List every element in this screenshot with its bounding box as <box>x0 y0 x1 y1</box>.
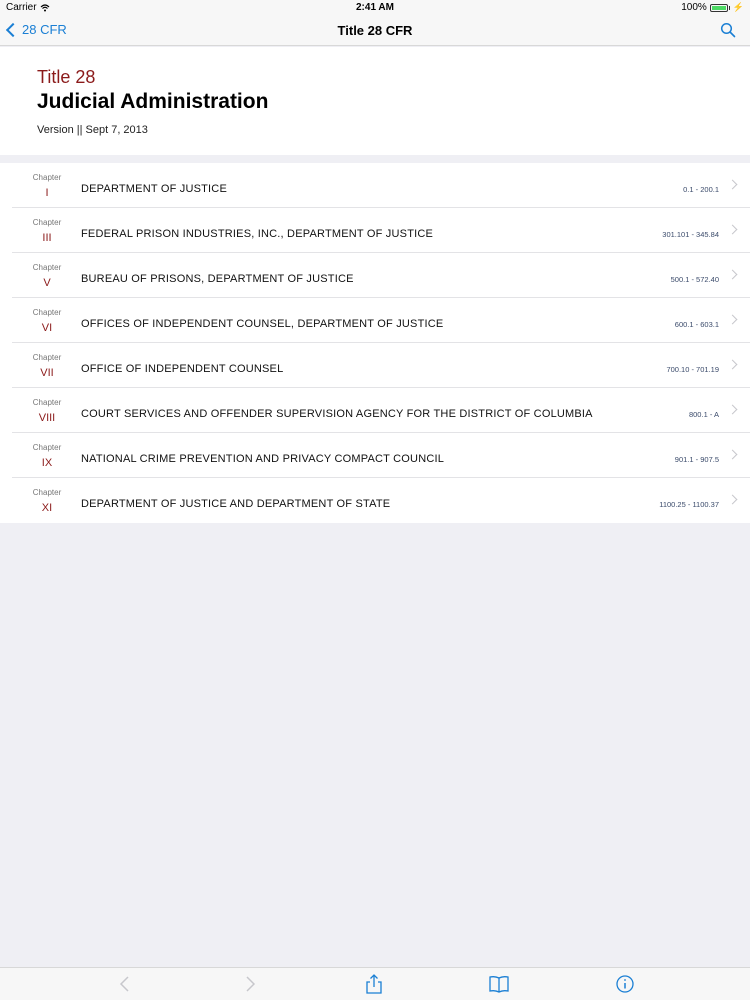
chapter-name: OFFICES OF INDEPENDENT COUNSEL, DEPARTME… <box>81 318 444 330</box>
chapter-number: VI <box>41 322 53 334</box>
status-right: 100% ⚡ <box>681 2 744 13</box>
chapter-row[interactable]: Chapter VIII COURT SERVICES AND OFFENDER S… <box>0 388 750 433</box>
chapter-row[interactable]: Chapter I DEPARTMENT OF JUSTICE 0.1 - 200.1 <box>0 163 750 208</box>
chapter-label: Chapter <box>32 353 62 362</box>
back-button[interactable]: 28 CFR <box>5 22 67 38</box>
battery-tip <box>728 5 730 10</box>
chapter-row[interactable]: Chapter IX NATIONAL CRIME PREVENTION AND P… <box>0 433 750 478</box>
navigation-bar: 28 CFR Title 28 CFR <box>0 16 750 46</box>
info-icon[interactable] <box>615 974 635 994</box>
chapter-row[interactable]: Chapter VII OFFICE OF INDEPENDENT COUNSEL 7… <box>0 343 750 388</box>
chapter-name: DEPARTMENT OF JUSTICE AND DEPARTMENT OF … <box>81 498 391 510</box>
chapter-range: 600.1 - 603.1 <box>674 320 719 329</box>
chapter-row[interactable]: Chapter VI OFFICES OF INDEPENDENT COUNSEL,… <box>0 298 750 343</box>
chapter-number: I <box>45 187 49 199</box>
share-icon[interactable] <box>364 974 384 994</box>
battery-percent: 100% <box>681 2 707 13</box>
chapter-range: 901.1 - 907.5 <box>674 455 719 464</box>
book-icon[interactable] <box>489 974 509 994</box>
chapter-row[interactable]: Chapter III FEDERAL PRISON INDUSTRIES, INC… <box>0 208 750 253</box>
chapter-range: 800.1 - A <box>688 410 719 419</box>
chevron-right-icon <box>727 269 738 280</box>
chapter-name: OFFICE OF INDEPENDENT COUNSEL <box>81 363 284 375</box>
chapter-name: DEPARTMENT OF JUSTICE <box>81 183 227 195</box>
title-header: Title 28 Judicial Administration Version… <box>0 47 750 155</box>
title-name: Judicial Administration <box>37 90 269 113</box>
back-button-label: 28 CFR <box>22 22 67 37</box>
chapter-number: VIII <box>38 412 56 424</box>
chapter-row[interactable]: Chapter XI DEPARTMENT OF JUSTICE AND DEPAR… <box>0 478 750 523</box>
chapter-name: BUREAU OF PRISONS, DEPARTMENT OF JUSTICE <box>81 273 354 285</box>
chevron-right-icon <box>727 494 738 505</box>
chapter-label: Chapter <box>32 218 62 227</box>
chapter-label: Chapter <box>32 173 62 182</box>
chevron-right-icon <box>727 359 738 370</box>
chapter-number: XI <box>41 502 53 514</box>
chapter-number: III <box>42 232 52 244</box>
battery-fill <box>711 5 726 10</box>
chapter-number: IX <box>41 457 53 469</box>
status-time: 2:41 AM <box>356 2 394 13</box>
chapter-row[interactable]: Chapter V BUREAU OF PRISONS, DEPARTMENT OF… <box>0 253 750 298</box>
chapter-list: Chapter I DEPARTMENT OF JUSTICE 0.1 - 200.1… <box>0 163 750 523</box>
chapter-label: Chapter <box>32 443 62 452</box>
chapter-number: V <box>43 277 51 289</box>
chapter-range: 301.101 - 345.84 <box>662 230 719 239</box>
chevron-right-icon <box>727 224 738 235</box>
chevron-right-icon <box>727 179 738 190</box>
bottom-toolbar <box>0 967 750 1000</box>
chevron-left-icon <box>5 22 21 38</box>
chevron-right-icon <box>727 314 738 325</box>
chapter-range: 700.10 - 701.19 <box>666 365 719 374</box>
chapter-range: 500.1 - 572.40 <box>670 275 719 284</box>
chapter-name: NATIONAL CRIME PREVENTION AND PRIVACY CO… <box>81 453 445 465</box>
chapter-number: VII <box>40 367 54 379</box>
chapter-label: Chapter <box>32 263 62 272</box>
chapter-name: FEDERAL PRISON INDUSTRIES, INC., DEPARTM… <box>81 228 434 240</box>
chevron-right-icon <box>727 404 738 415</box>
charging-icon: ⚡ <box>732 2 744 12</box>
nav-title: Title 28 CFR <box>337 23 413 38</box>
battery-icon <box>709 3 728 12</box>
version-label: Version || Sept 7, 2013 <box>37 124 148 136</box>
chevron-left-icon[interactable] <box>115 974 135 994</box>
status-bar: Carrier 2:41 AM 100% ⚡ <box>0 0 750 16</box>
search-icon[interactable] <box>720 22 736 38</box>
chapter-range: 0.1 - 200.1 <box>683 185 719 194</box>
chapter-label: Chapter <box>32 308 62 317</box>
chapter-label: Chapter <box>32 488 62 497</box>
chapter-range: 1100.25 - 1100.37 <box>659 500 719 509</box>
chapter-label: Chapter <box>32 398 62 407</box>
chevron-right-icon[interactable] <box>240 974 260 994</box>
chevron-right-icon <box>727 449 738 460</box>
chapter-name: COURT SERVICES AND OFFENDER SUPERVISION … <box>81 408 593 420</box>
title-number: Title 28 <box>37 67 96 87</box>
